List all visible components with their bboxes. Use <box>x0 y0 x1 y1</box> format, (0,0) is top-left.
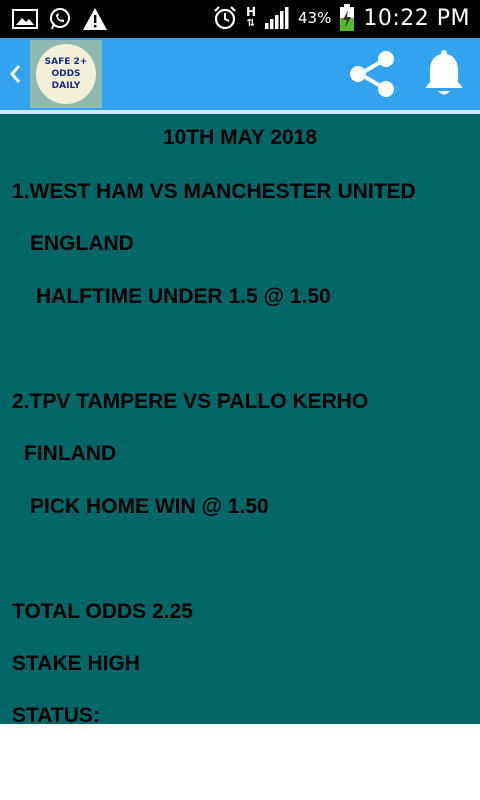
logo-line-2: ODDS <box>51 69 81 79</box>
clock: 10:22 PM <box>363 5 470 31</box>
match-1-pick: HALFTIME UNDER 1.5 @ 1.50 <box>36 285 331 308</box>
app-logo: SAFE 2+ ODDS DAILY <box>30 40 102 108</box>
status-bar-system: H ⇅ 43% 10:22 PM <box>212 4 470 32</box>
status-bar-notifications <box>12 7 108 31</box>
logo-line-1: SAFE 2+ <box>44 57 88 67</box>
network-type-indicator: H ⇅ <box>245 5 256 29</box>
whatsapp-icon <box>48 7 72 31</box>
alarm-icon <box>212 5 238 31</box>
status: STATUS: <box>12 704 100 724</box>
bell-icon <box>425 50 463 95</box>
signal-icon <box>264 6 290 30</box>
back-button[interactable] <box>4 58 26 90</box>
gallery-icon <box>12 8 38 30</box>
warning-icon <box>82 7 108 31</box>
share-button[interactable] <box>346 48 398 100</box>
battery-percent: 43% <box>298 9 332 27</box>
match-2-country: FINLAND <box>24 442 117 465</box>
match-1-country: ENGLAND <box>30 232 134 255</box>
chevron-left-icon <box>10 65 21 83</box>
battery-charging-icon <box>339 4 355 32</box>
tips-content: 10TH MAY 2018 1.WEST HAM VS MANCHESTER U… <box>0 114 480 724</box>
match-1-title: 1.WEST HAM VS MANCHESTER UNITED <box>12 180 416 203</box>
app-bar: SAFE 2+ ODDS DAILY <box>0 38 480 114</box>
match-2-pick: PICK HOME WIN @ 1.50 <box>30 495 269 518</box>
stake: STAKE HIGH <box>12 652 140 675</box>
notification-button[interactable] <box>420 48 468 100</box>
logo-line-3: DAILY <box>51 81 81 91</box>
match-2-title: 2.TPV TAMPERE VS PALLO KERHO <box>12 390 369 413</box>
total-odds: TOTAL ODDS 2.25 <box>12 600 193 623</box>
status-bar: H ⇅ 43% 10:22 PM <box>0 0 480 38</box>
logo-badge: SAFE 2+ ODDS DAILY <box>36 44 96 104</box>
share-icon <box>350 51 394 97</box>
network-type-label: H <box>245 5 256 19</box>
tips-date: 10TH MAY 2018 <box>162 126 318 149</box>
